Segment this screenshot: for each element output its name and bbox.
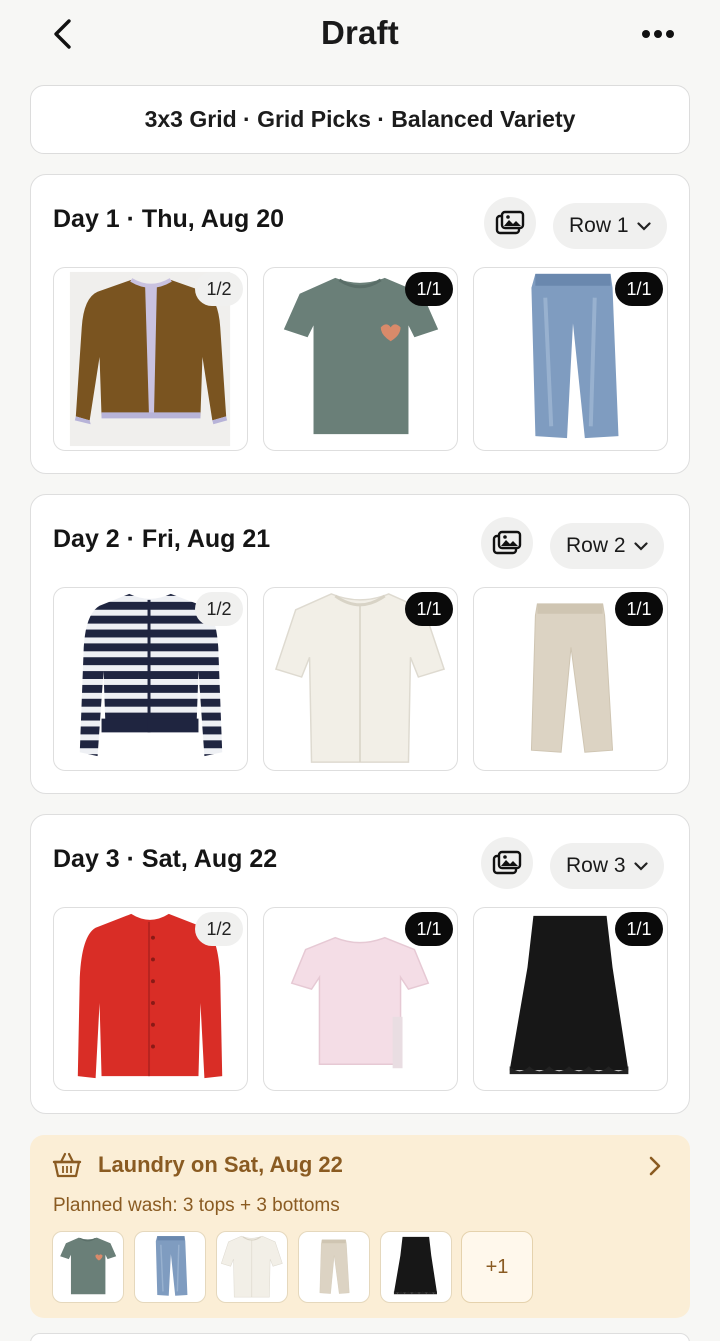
day-card-3: Day 3 · Sat, Aug 22 Row 3 1/2 1/1 1/1 — [30, 814, 690, 1114]
black-skirt-thumb — [381, 1232, 451, 1302]
usage-badge: 1/1 — [405, 912, 453, 946]
laundry-thumb-white-knit-top[interactable] — [216, 1231, 288, 1303]
row-label: Row 1 — [569, 214, 629, 237]
usage-badge: 1/1 — [615, 272, 663, 306]
photos-icon — [495, 210, 525, 235]
page-title: Draft — [320, 14, 399, 51]
day-card-1: Day 1 · Thu, Aug 20 Row 1 1/2 1/1 1/1 — [30, 174, 690, 474]
outfit-item-red-cardigan[interactable]: 1/2 — [53, 907, 248, 1091]
usage-badge: 1/2 — [195, 912, 243, 946]
usage-badge: 1/1 — [405, 592, 453, 626]
laundry-subtitle: Planned wash: 3 tops + 3 bottoms — [53, 1195, 340, 1216]
photos-button[interactable] — [484, 197, 536, 249]
outfit-item-white-knit-top[interactable]: 1/1 — [263, 587, 458, 771]
outfit-item-black-skirt[interactable]: 1/1 — [473, 907, 668, 1091]
day-card-2: Day 2 · Fri, Aug 21 Row 2 1/2 1/1 1/1 — [30, 494, 690, 794]
usage-badge: 1/2 — [195, 592, 243, 626]
row-select-button[interactable]: Row 2 — [550, 523, 664, 569]
next-card-peek — [30, 1333, 690, 1341]
chevron-right-icon[interactable] — [648, 1155, 662, 1177]
blue-jeans-thumb — [135, 1232, 205, 1302]
photos-icon — [492, 850, 522, 875]
more-dots-icon — [642, 30, 674, 38]
usage-badge: 1/1 — [615, 912, 663, 946]
laundry-card[interactable]: Laundry on Sat, Aug 22 Planned wash: 3 t… — [30, 1135, 690, 1318]
outfit-item-pink-tshirt[interactable]: 1/1 — [263, 907, 458, 1091]
day-title: Day 2 · Fri, Aug 21 — [53, 525, 271, 553]
row-select-button[interactable]: Row 3 — [550, 843, 664, 889]
chevron-down-icon — [633, 541, 648, 551]
row-label: Row 3 — [566, 854, 626, 877]
outfit-item-navy-striped-cardigan[interactable]: 1/2 — [53, 587, 248, 771]
outfit-item-green-tshirt[interactable]: 1/1 — [263, 267, 458, 451]
photos-button[interactable] — [481, 837, 533, 889]
laundry-basket-icon — [52, 1152, 82, 1178]
usage-badge: 1/1 — [405, 272, 453, 306]
more-button[interactable] — [632, 18, 684, 50]
laundry-more-button[interactable]: +1 — [461, 1231, 533, 1303]
beige-chinos-thumb — [299, 1232, 369, 1302]
laundry-title: Laundry on Sat, Aug 22 — [98, 1152, 343, 1177]
row-label: Row 2 — [566, 534, 626, 557]
outfit-item-brown-cardigan[interactable]: 1/2 — [53, 267, 248, 451]
day-title: Day 3 · Sat, Aug 22 — [53, 845, 278, 873]
grid-summary-button[interactable]: 3x3 Grid · Grid Picks · Balanced Variety — [30, 85, 690, 154]
white-knit-top-thumb — [217, 1232, 287, 1302]
day-title: Day 1 · Thu, Aug 20 — [53, 205, 285, 233]
header-bar: Draft — [0, 0, 720, 70]
photos-button[interactable] — [481, 517, 533, 569]
laundry-thumb-blue-jeans[interactable] — [134, 1231, 206, 1303]
chevron-down-icon — [636, 221, 651, 231]
green-tshirt-thumb — [53, 1232, 123, 1302]
outfit-item-blue-jeans[interactable]: 1/1 — [473, 267, 668, 451]
photos-icon — [492, 530, 522, 555]
laundry-thumb-black-skirt[interactable] — [380, 1231, 452, 1303]
laundry-thumb-green-tshirt[interactable] — [52, 1231, 124, 1303]
chevron-down-icon — [633, 861, 648, 871]
laundry-thumb-beige-chinos[interactable] — [298, 1231, 370, 1303]
row-select-button[interactable]: Row 1 — [553, 203, 667, 249]
laundry-header[interactable]: Laundry on Sat, Aug 22 — [52, 1151, 343, 1179]
outfit-item-beige-chinos[interactable]: 1/1 — [473, 587, 668, 771]
usage-badge: 1/2 — [195, 272, 243, 306]
usage-badge: 1/1 — [615, 592, 663, 626]
